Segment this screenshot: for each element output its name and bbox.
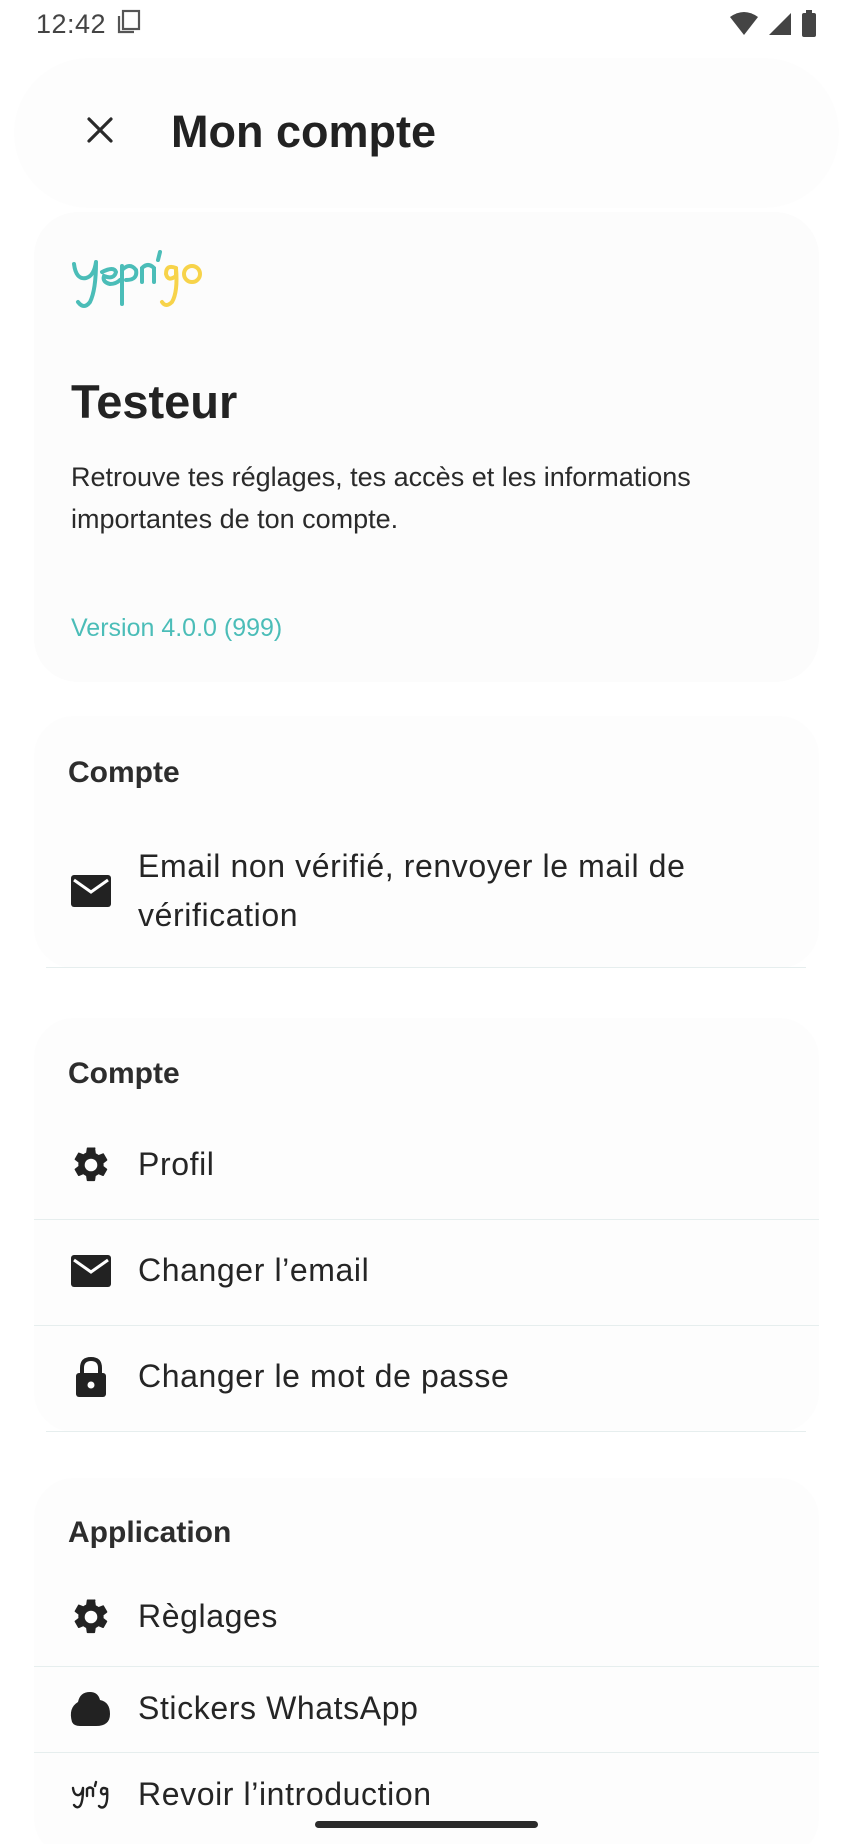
screen-mirror-icon — [116, 8, 142, 41]
user-name: Testeur — [71, 375, 238, 428]
account-screen: 12:42 Mon compte Testeur Retrouve tes ré… — [0, 0, 853, 1844]
gear-icon — [68, 1594, 114, 1640]
mail-icon — [68, 868, 114, 914]
divider — [34, 1752, 819, 1753]
gear-icon — [68, 1142, 114, 1188]
replay-intro-row[interactable]: Revoir l’introduction — [34, 1760, 819, 1830]
status-time: 12:42 — [36, 8, 107, 39]
whatsapp-stickers-row[interactable]: Stickers WhatsApp — [34, 1674, 819, 1744]
change-password-label: Changer le mot de passe — [138, 1358, 510, 1394]
yng-logo-icon — [68, 1772, 114, 1818]
lock-icon — [68, 1354, 114, 1400]
section-title: Compte — [68, 1057, 180, 1090]
divider — [34, 1325, 819, 1326]
settings-label: Règlages — [138, 1598, 279, 1634]
resend-verification-email-row[interactable]: Email non vérifié, renvoyer le mail de v… — [34, 836, 819, 946]
close-icon — [86, 116, 114, 149]
cellular-signal-icon — [767, 11, 793, 37]
account-description: Retrouve tes réglages, tes accès et les … — [71, 462, 691, 534]
settings-row[interactable]: Règlages — [34, 1582, 819, 1652]
page-title: Mon compte — [171, 106, 436, 157]
whatsapp-stickers-label: Stickers WhatsApp — [138, 1690, 419, 1726]
section-title: Compte — [68, 756, 180, 789]
wifi-icon — [729, 11, 759, 37]
divider — [34, 1219, 819, 1220]
profile-label: Profil — [138, 1146, 215, 1182]
home-gesture-bar[interactable] — [315, 1821, 538, 1828]
change-email-row[interactable]: Changer l’email — [34, 1236, 819, 1306]
sticker-icon — [66, 1686, 112, 1732]
change-email-label: Changer l’email — [138, 1252, 370, 1288]
divider — [46, 1431, 806, 1432]
section-title: Application — [68, 1516, 232, 1549]
profile-row[interactable]: Profil — [34, 1130, 819, 1200]
battery-icon — [801, 10, 817, 38]
status-bar: 12:42 — [0, 0, 853, 48]
mail-icon — [68, 1248, 114, 1294]
resend-verification-email-label: Email non vérifié, renvoyer le mail de v… — [138, 848, 686, 933]
divider — [46, 967, 806, 968]
replay-intro-label: Revoir l’introduction — [138, 1776, 432, 1812]
close-button[interactable] — [64, 96, 136, 168]
app-version: Version 4.0.0 (999) — [71, 614, 283, 642]
change-password-row[interactable]: Changer le mot de passe — [34, 1342, 819, 1412]
yepngo-logo — [70, 246, 206, 323]
divider — [34, 1666, 819, 1667]
